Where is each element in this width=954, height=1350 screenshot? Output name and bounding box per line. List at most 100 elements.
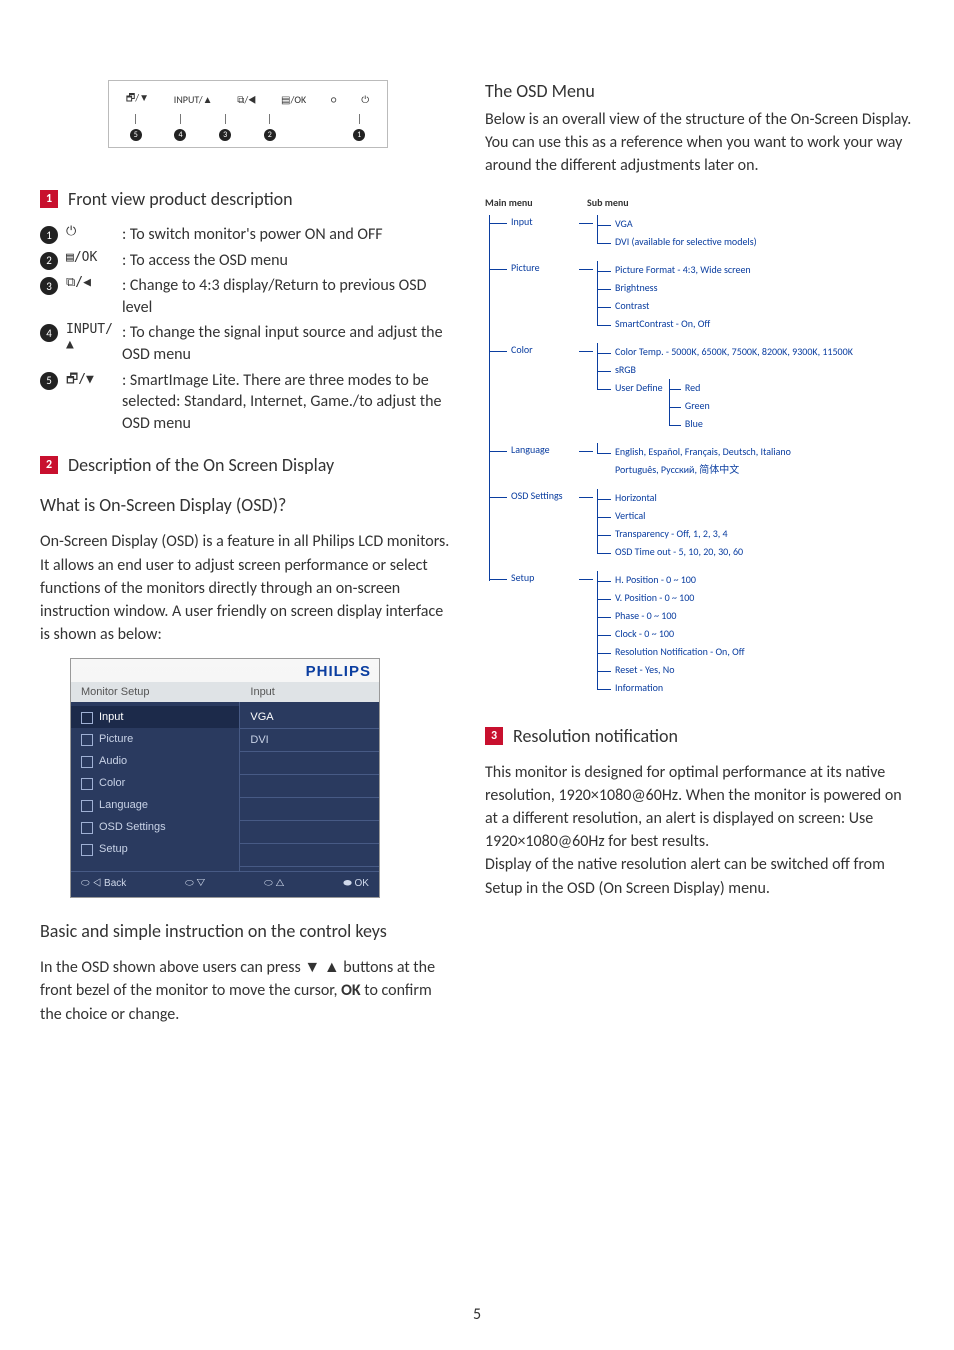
tree-subsub-item: Blue: [669, 415, 710, 433]
tree-main-item: Language English, Español, Français, Deu…: [489, 443, 914, 479]
down-icon: ⬭: [185, 878, 196, 889]
panel-callout: 4: [174, 114, 186, 141]
osd-menu-item: Audio: [71, 750, 239, 772]
osd-sub-item: VGA: [240, 706, 379, 729]
page-number: 5: [0, 1305, 954, 1324]
tree-header-sub: Sub menu: [587, 196, 629, 209]
tree-sub-item: Resolution Notification - On, Off: [597, 643, 745, 661]
list-item: 2 ▤/OK : To access the OSD menu: [40, 250, 455, 272]
tree-sub-item: Clock - 0 ~ 100: [597, 625, 745, 643]
tree-sub-item: Phase - 0 ~ 100: [597, 607, 745, 625]
item-desc: : SmartImage Lite. There are three modes…: [122, 370, 455, 435]
sub-heading: What is On-Screen Display (OSD)?: [40, 494, 455, 516]
osd-sub-item: DVI: [240, 729, 379, 752]
item-number-badge: 3: [40, 277, 58, 295]
osd-header: Monitor Setup Input: [71, 682, 379, 702]
tree-sub-item: Picture Format - 4:3, Wide screen: [597, 261, 751, 279]
item-desc: : To access the OSD menu: [122, 250, 455, 272]
tree-main-label: Picture: [511, 261, 583, 274]
tree-sub-item: Contrast: [597, 297, 751, 315]
tree-main-item: OSD Settings Horizontal Vertical Transpa…: [489, 489, 914, 561]
item-number-badge: 1: [40, 226, 58, 244]
sub-heading: Basic and simple instruction on the cont…: [40, 920, 455, 942]
section-heading: Resolution notification: [513, 725, 678, 747]
tree-sub-item: User Define Red Green Blue: [597, 379, 853, 433]
tree-sub-item: SmartContrast - On, Off: [597, 315, 751, 333]
tree-sub-item: sRGB: [597, 361, 853, 379]
list-item: 5 🗗/▼ : SmartImage Lite. There are three…: [40, 370, 455, 435]
osd-header-left: Monitor Setup: [71, 682, 240, 702]
tree-subtree: Color Temp. - 5000K, 6500K, 7500K, 8200K…: [579, 343, 853, 433]
osd-menu-item: OSD Settings: [71, 816, 239, 838]
tree-sub-item: English, Español, Français, Deutsch, Ita…: [597, 443, 791, 479]
menu-ok-icon: ▤/OK: [66, 250, 114, 265]
smartimage-down-icon: 🗗/▼: [66, 370, 114, 392]
brand-logo: PHILIPS: [71, 659, 379, 682]
panel-callout: 2: [264, 114, 276, 141]
tree-sub-item: Information: [597, 679, 745, 697]
tree-subtree: H. Position - 0 ~ 100 V. Position - 0 ~ …: [579, 571, 745, 697]
section-3-title: 3 Resolution notification: [485, 725, 914, 747]
item-number-badge: 5: [40, 372, 58, 390]
tree-main-item: Input VGA DVI (available for selective m…: [489, 215, 914, 251]
power-icon: ⏻: [66, 224, 114, 239]
list-item: 1 ⏻ : To switch monitor's power ON and O…: [40, 224, 455, 246]
panel-label: ⏻: [361, 93, 369, 106]
tree-main-label: Language: [511, 443, 583, 456]
section-badge: 1: [40, 190, 58, 208]
panel-label: ⧉/◀: [237, 93, 256, 106]
panel-label: 🗗/▼: [126, 91, 149, 108]
tree-subtree: Picture Format - 4:3, Wide screen Bright…: [579, 261, 751, 333]
tree-sub-item: Transparency - Off, 1, 2, 3, 4: [597, 525, 743, 543]
item-number-badge: 4: [40, 324, 58, 342]
panel-label: INPUT/▲: [174, 93, 213, 106]
tree-main-item: Color Color Temp. - 5000K, 6500K, 7500K,…: [489, 343, 914, 433]
tree-main-label: Color: [511, 343, 583, 356]
osd-menu-tree: Input VGA DVI (available for selective m…: [489, 215, 914, 697]
control-panel-diagram: 🗗/▼ INPUT/▲ ⧉/◀ ▤/OK ○ ⏻ 5 4 3 2 1: [108, 80, 388, 148]
tree-subsub-item: Red: [669, 379, 710, 397]
panel-label: ○: [331, 93, 337, 106]
tree-sub-item: Horizontal: [597, 489, 743, 507]
item-desc: : Change to 4:3 display/Return to previo…: [122, 275, 455, 318]
tree-main-label: OSD Settings: [511, 489, 583, 502]
item-desc: : To switch monitor's power ON and OFF: [122, 224, 455, 246]
panel-label: ▤/OK: [281, 93, 306, 106]
tree-sub-item: OSD Time out - 5, 10, 20, 30, 60: [597, 543, 743, 561]
tree-subsub-item: Green: [669, 397, 710, 415]
input-up-icon: INPUT/▲: [66, 322, 114, 352]
tree-subtree: Horizontal Vertical Transparency - Off, …: [579, 489, 743, 561]
osd-footer: ⬭ ◁ Back ⬭ ▽ ⬭ △ ⬬ OK: [71, 871, 379, 897]
section-2-title: 2 Description of the On Screen Display: [40, 454, 455, 476]
tree-main-label: Setup: [511, 571, 583, 584]
paragraph: On-Screen Display (OSD) is a feature in …: [40, 530, 455, 646]
osd-menu-item: Language: [71, 794, 239, 816]
tree-subsubtree: Red Green Blue: [669, 379, 710, 433]
tree-sub-item: DVI (available for selective models): [597, 233, 757, 251]
panel-callout: 1: [353, 114, 365, 141]
tree-subtree: English, Español, Français, Deutsch, Ita…: [579, 443, 791, 479]
panel-callout: 3: [219, 114, 231, 141]
osd-header-right: Input: [240, 682, 284, 702]
paragraph: In the OSD shown above users can press ▼…: [40, 956, 455, 1026]
tree-main-label: Input: [511, 215, 583, 228]
tree-sub-item: H. Position - 0 ~ 100: [597, 571, 745, 589]
section-1-title: 1 Front view product description: [40, 188, 455, 210]
osd-menu-item: Setup: [71, 838, 239, 860]
osd-menu-heading: The OSD Menu: [485, 80, 914, 102]
ok-label: OK: [341, 981, 361, 1000]
tree-header-main: Main menu: [485, 196, 563, 209]
osd-screenshot: PHILIPS Monitor Setup Input Input Pictur…: [70, 658, 380, 898]
aspect-back-icon: ⧉/◀: [66, 275, 114, 290]
osd-menu-item: Color: [71, 772, 239, 794]
osd-menu-item: Input: [71, 706, 239, 728]
osd-menu-item: Picture: [71, 728, 239, 750]
item-desc: : To change the signal input source and …: [122, 322, 455, 365]
tree-sub-item: Brightness: [597, 279, 751, 297]
section-badge: 3: [485, 727, 503, 745]
tree-sub-item: V. Position - 0 ~ 100: [597, 589, 745, 607]
list-item: 3 ⧉/◀ : Change to 4:3 display/Return to …: [40, 275, 455, 318]
paragraph: This monitor is designed for optimal per…: [485, 761, 914, 900]
tree-sub-item: Reset - Yes, No: [597, 661, 745, 679]
section-heading: Front view product description: [68, 188, 293, 210]
